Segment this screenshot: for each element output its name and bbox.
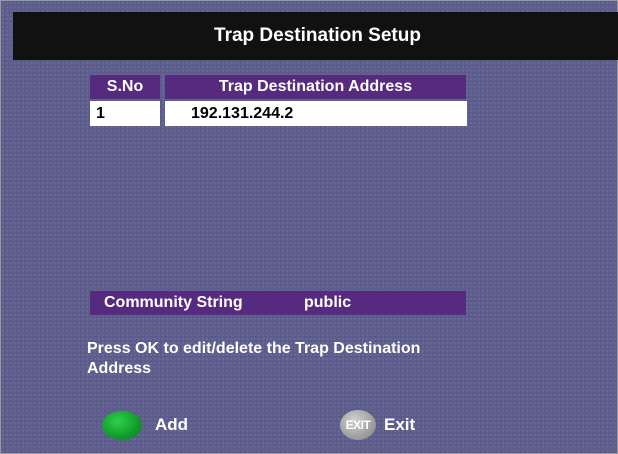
add-button-label: Add xyxy=(155,415,189,434)
community-string-field[interactable]: Community String public xyxy=(90,291,466,315)
trap-destination-screen: Trap Destination Setup S.No Trap Destina… xyxy=(0,0,618,454)
column-header-address: Trap Destination Address xyxy=(165,75,466,99)
community-string-label: Community String xyxy=(104,294,243,311)
instruction-text: Press OK to edit/delete the Trap Destina… xyxy=(87,340,421,377)
add-button[interactable]: Add xyxy=(102,409,188,441)
community-string-value[interactable]: public xyxy=(304,291,351,315)
table-row-sno[interactable]: 1 xyxy=(90,101,160,126)
table-row-address[interactable]: 192.131.244.2 xyxy=(165,101,467,126)
exit-button[interactable]: EXIT Exit xyxy=(340,409,415,441)
page-title: Trap Destination Setup xyxy=(214,25,421,46)
column-header-sno: S.No xyxy=(90,75,160,99)
exit-button-label: Exit xyxy=(384,415,416,434)
title-bar: Trap Destination Setup xyxy=(13,12,618,60)
exit-key-icon: EXIT xyxy=(340,410,376,440)
green-key-icon xyxy=(102,410,142,440)
